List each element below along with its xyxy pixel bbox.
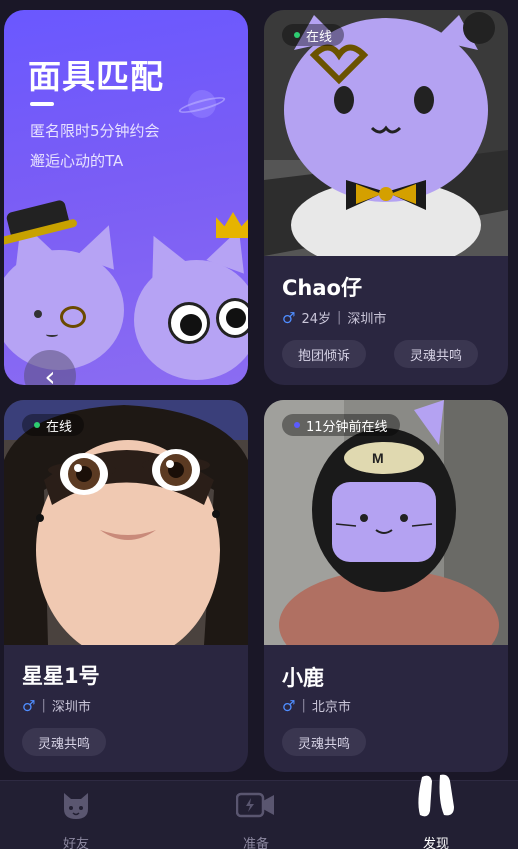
profile-meta: ♂ 24岁 | 深圳市 <box>282 308 387 328</box>
male-icon: ♂ <box>282 696 296 715</box>
profile-meta: ♂ | 北京市 <box>282 696 351 716</box>
interest-tag[interactable]: 灵魂共鸣 <box>394 340 479 368</box>
status-label: 在线 <box>46 419 73 435</box>
status-label: 11分钟前在线 <box>306 419 388 435</box>
online-status-badge: 11分钟前在线 <box>282 414 400 436</box>
nav-label: 好友 <box>62 837 89 849</box>
interest-tag[interactable]: 抱团倾诉 <box>282 340 367 368</box>
promo-subtitle-1: 匿名限时5分钟约会 <box>30 122 160 140</box>
profile-photo <box>264 10 508 256</box>
discover-icon <box>418 774 454 817</box>
separator: | <box>301 698 306 713</box>
profile-name: Chao仔 <box>282 276 362 300</box>
title-underline <box>30 102 54 106</box>
nav-item-friends[interactable]: 好友 <box>16 781 136 849</box>
separator: | <box>337 310 342 325</box>
interest-tag[interactable]: 灵魂共鸣 <box>282 728 367 756</box>
discover-grid: 面具匹配 匿名限时5分钟约会 邂逅心动的TA ‹ 在线 Chao仔 ♂ 24岁 … <box>0 0 518 780</box>
nav-label: 准备 <box>242 837 269 849</box>
video-camera-icon <box>236 792 274 818</box>
nav-item-discover[interactable]: 发现 <box>376 774 496 849</box>
separator: | <box>41 698 46 713</box>
profile-photo: M <box>264 400 508 645</box>
bottom-nav: 好友 准备 发现 <box>0 774 518 849</box>
male-icon: ♂ <box>22 696 36 715</box>
profile-name: 小鹿 <box>282 666 324 690</box>
online-status-badge: 在线 <box>282 24 345 46</box>
svg-text:M: M <box>372 450 384 466</box>
profile-meta: ♂ | 深圳市 <box>22 696 91 716</box>
recent-dot <box>294 422 300 428</box>
status-label: 在线 <box>306 29 333 45</box>
mask-match-card[interactable]: 面具匹配 匿名限时5分钟约会 邂逅心动的TA ‹ <box>4 10 248 385</box>
male-icon: ♂ <box>282 308 296 327</box>
profile-age: 24岁 <box>301 312 331 327</box>
profile-city: 北京市 <box>311 700 351 715</box>
interest-tag[interactable]: 灵魂共鸣 <box>22 728 107 756</box>
profile-photo <box>4 400 248 645</box>
nav-item-prepare[interactable]: 准备 <box>196 781 316 849</box>
profile-city: 深圳市 <box>347 312 387 327</box>
profile-card-chao[interactable]: 在线 Chao仔 ♂ 24岁 | 深圳市 抱团倾诉 灵魂共鸣 <box>264 10 508 385</box>
online-dot <box>34 422 40 428</box>
cat-face-icon <box>64 793 88 819</box>
profile-card-star[interactable]: 在线 星星1号 ♂ | 深圳市 灵魂共鸣 <box>4 400 248 772</box>
profile-card-deer[interactable]: M 11分钟前在线 小鹿 ♂ | 北京市 灵魂共鸣 <box>264 400 508 772</box>
promo-subtitle-2: 邂逅心动的TA <box>30 152 124 170</box>
promo-title: 面具匹配 <box>28 57 164 96</box>
online-dot <box>294 32 300 38</box>
profile-city: 深圳市 <box>51 700 91 715</box>
nav-label: 发现 <box>422 837 449 849</box>
profile-name: 星星1号 <box>22 664 100 688</box>
online-status-badge: 在线 <box>22 414 85 436</box>
